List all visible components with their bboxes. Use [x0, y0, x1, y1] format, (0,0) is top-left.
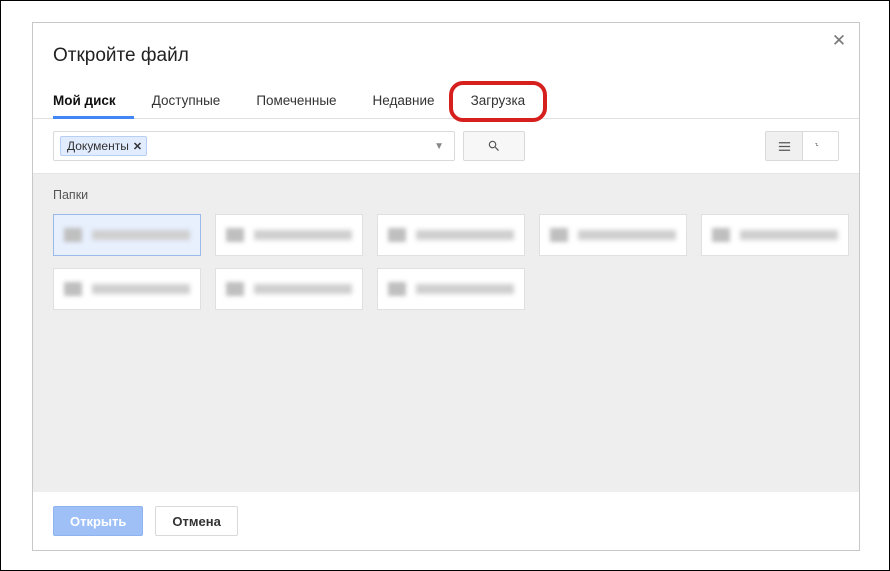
file-picker-dialog: Откройте файл ✕ Мой диск Доступные Помеч… — [32, 22, 860, 551]
dialog-title: Откройте файл — [53, 45, 839, 67]
folder-label — [254, 284, 352, 294]
breadcrumb-chip[interactable]: Документы ✕ — [60, 136, 147, 156]
tab-starred[interactable]: Помеченные — [238, 85, 354, 118]
chip-label: Документы — [67, 139, 129, 153]
folder-label — [92, 284, 190, 294]
folder-grid — [53, 214, 839, 310]
tab-upload[interactable]: Загрузка — [453, 85, 544, 118]
tab-label: Помеченные — [256, 93, 336, 108]
search-icon — [487, 139, 501, 153]
tab-label: Мой диск — [53, 93, 116, 108]
folder-item[interactable] — [53, 214, 201, 256]
list-icon — [777, 139, 792, 154]
folder-item[interactable] — [215, 214, 363, 256]
folder-item[interactable] — [53, 268, 201, 310]
tab-shared[interactable]: Доступные — [134, 85, 239, 118]
folder-item[interactable] — [539, 214, 687, 256]
tab-recent[interactable]: Недавние — [355, 85, 453, 118]
tab-label: Доступные — [152, 93, 221, 108]
folder-item[interactable] — [377, 268, 525, 310]
breadcrumb-dropdown-icon[interactable]: ▼ — [430, 141, 448, 152]
tab-label: Загрузка — [471, 93, 526, 108]
close-button[interactable]: ✕ — [829, 31, 849, 51]
button-label: Открыть — [70, 514, 126, 529]
folder-icon — [712, 228, 730, 242]
view-toggle-group — [765, 131, 839, 161]
folder-icon — [64, 282, 82, 296]
breadcrumb-input[interactable]: Документы ✕ ▼ — [53, 131, 455, 161]
folder-icon — [226, 282, 244, 296]
content-area: Папки — [33, 174, 859, 492]
folder-icon — [388, 228, 406, 242]
cancel-button[interactable]: Отмена — [155, 506, 237, 536]
folders-heading: Папки — [53, 188, 839, 202]
sort-az-icon — [813, 139, 828, 154]
close-icon: ✕ — [832, 31, 846, 50]
folder-label — [254, 230, 352, 240]
dialog-header: Откройте файл ✕ — [33, 23, 859, 85]
folder-icon — [388, 282, 406, 296]
folder-icon — [226, 228, 244, 242]
list-view-button[interactable] — [766, 132, 802, 160]
tab-my-drive[interactable]: Мой диск — [53, 85, 134, 118]
chip-remove-icon[interactable]: ✕ — [133, 140, 142, 153]
button-label: Отмена — [172, 514, 220, 529]
folder-label — [740, 230, 838, 240]
folder-label — [578, 230, 676, 240]
folder-icon — [550, 228, 568, 242]
search-button[interactable] — [463, 131, 525, 161]
tab-label: Недавние — [373, 93, 435, 108]
folder-label — [416, 230, 514, 240]
folder-label — [92, 230, 190, 240]
dialog-footer: Открыть Отмена — [33, 492, 859, 550]
toolbar: Документы ✕ ▼ — [33, 119, 859, 174]
folder-item[interactable] — [377, 214, 525, 256]
open-button[interactable]: Открыть — [53, 506, 143, 536]
folder-icon — [64, 228, 82, 242]
sort-button[interactable] — [802, 132, 838, 160]
folder-item[interactable] — [215, 268, 363, 310]
folder-item[interactable] — [701, 214, 849, 256]
folder-label — [416, 284, 514, 294]
tabs-bar: Мой диск Доступные Помеченные Недавние З… — [33, 85, 859, 119]
